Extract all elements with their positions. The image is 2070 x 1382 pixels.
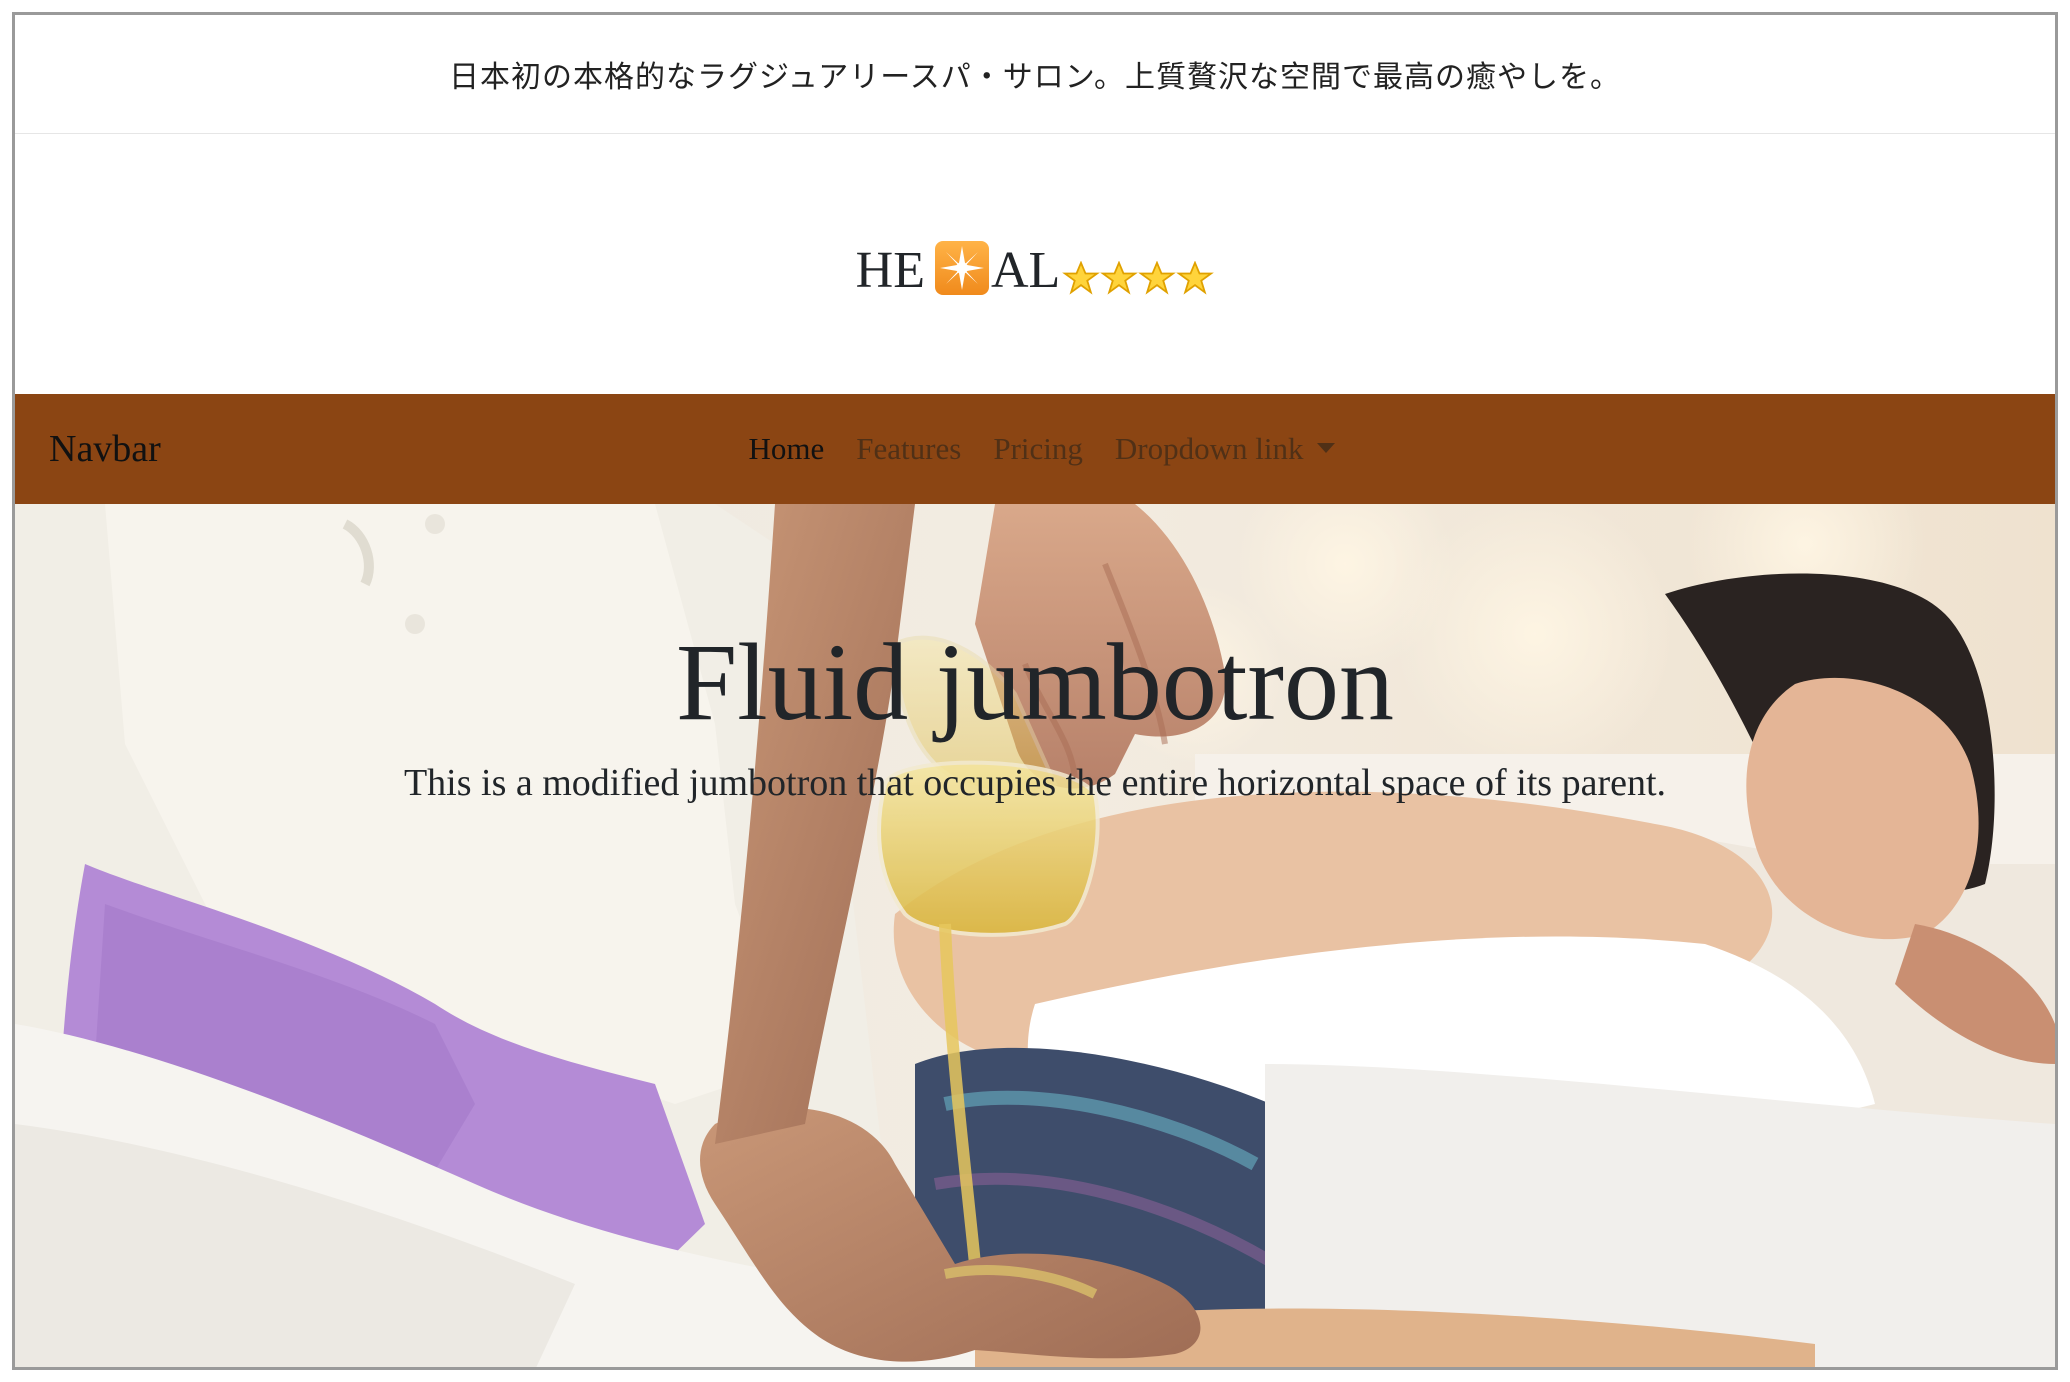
nav-link-pricing[interactable]: Pricing: [977, 431, 1099, 467]
rating-stars: [1062, 261, 1215, 295]
nav-link-home[interactable]: Home: [733, 431, 841, 467]
announcement-bar: 日本初の本格的なラグジュアリースパ・サロン。上質贅沢な空間で最高の癒やしを。: [15, 15, 2055, 134]
nav-link-features[interactable]: Features: [840, 431, 977, 467]
sparkle-icon: [935, 241, 989, 295]
nav-dropdown-label: Dropdown link: [1114, 431, 1304, 466]
logo-area: HE AL: [15, 134, 2055, 394]
announcement-text: 日本初の本格的なラグジュアリースパ・サロン。上質贅沢な空間で最高の癒やしを。: [449, 60, 1621, 95]
navbar-brand[interactable]: Navbar: [49, 427, 161, 471]
browser-viewport: 日本初の本格的なラグジュアリースパ・サロン。上質贅沢な空間で最高の癒やしを。 H…: [12, 12, 2058, 1370]
star-icon: [1176, 261, 1215, 295]
jumbotron-title: Fluid jumbotron: [675, 621, 1395, 743]
jumbotron: Fluid jumbotron This is a modified jumbo…: [15, 504, 2055, 1367]
jumbotron-lead: This is a modified jumbotron that occupi…: [403, 762, 1667, 804]
nav-dropdown-toggle[interactable]: Dropdown link: [1099, 431, 1352, 467]
site-logo[interactable]: HE AL: [856, 241, 1215, 297]
caret-down-icon: [1317, 442, 1336, 453]
star-icon: [1100, 261, 1139, 295]
star-icon: [1138, 261, 1177, 295]
logo-text-start: HE: [855, 242, 925, 299]
nav-links: Home Features Pricing Dropdown link: [15, 394, 2055, 504]
logo-text-end: AL: [991, 242, 1061, 299]
main-navbar: Navbar Home Features Pricing Dropdown li…: [15, 394, 2055, 504]
star-icon: [1062, 261, 1101, 295]
jumbotron-content: Fluid jumbotron This is a modified jumbo…: [15, 622, 2055, 805]
